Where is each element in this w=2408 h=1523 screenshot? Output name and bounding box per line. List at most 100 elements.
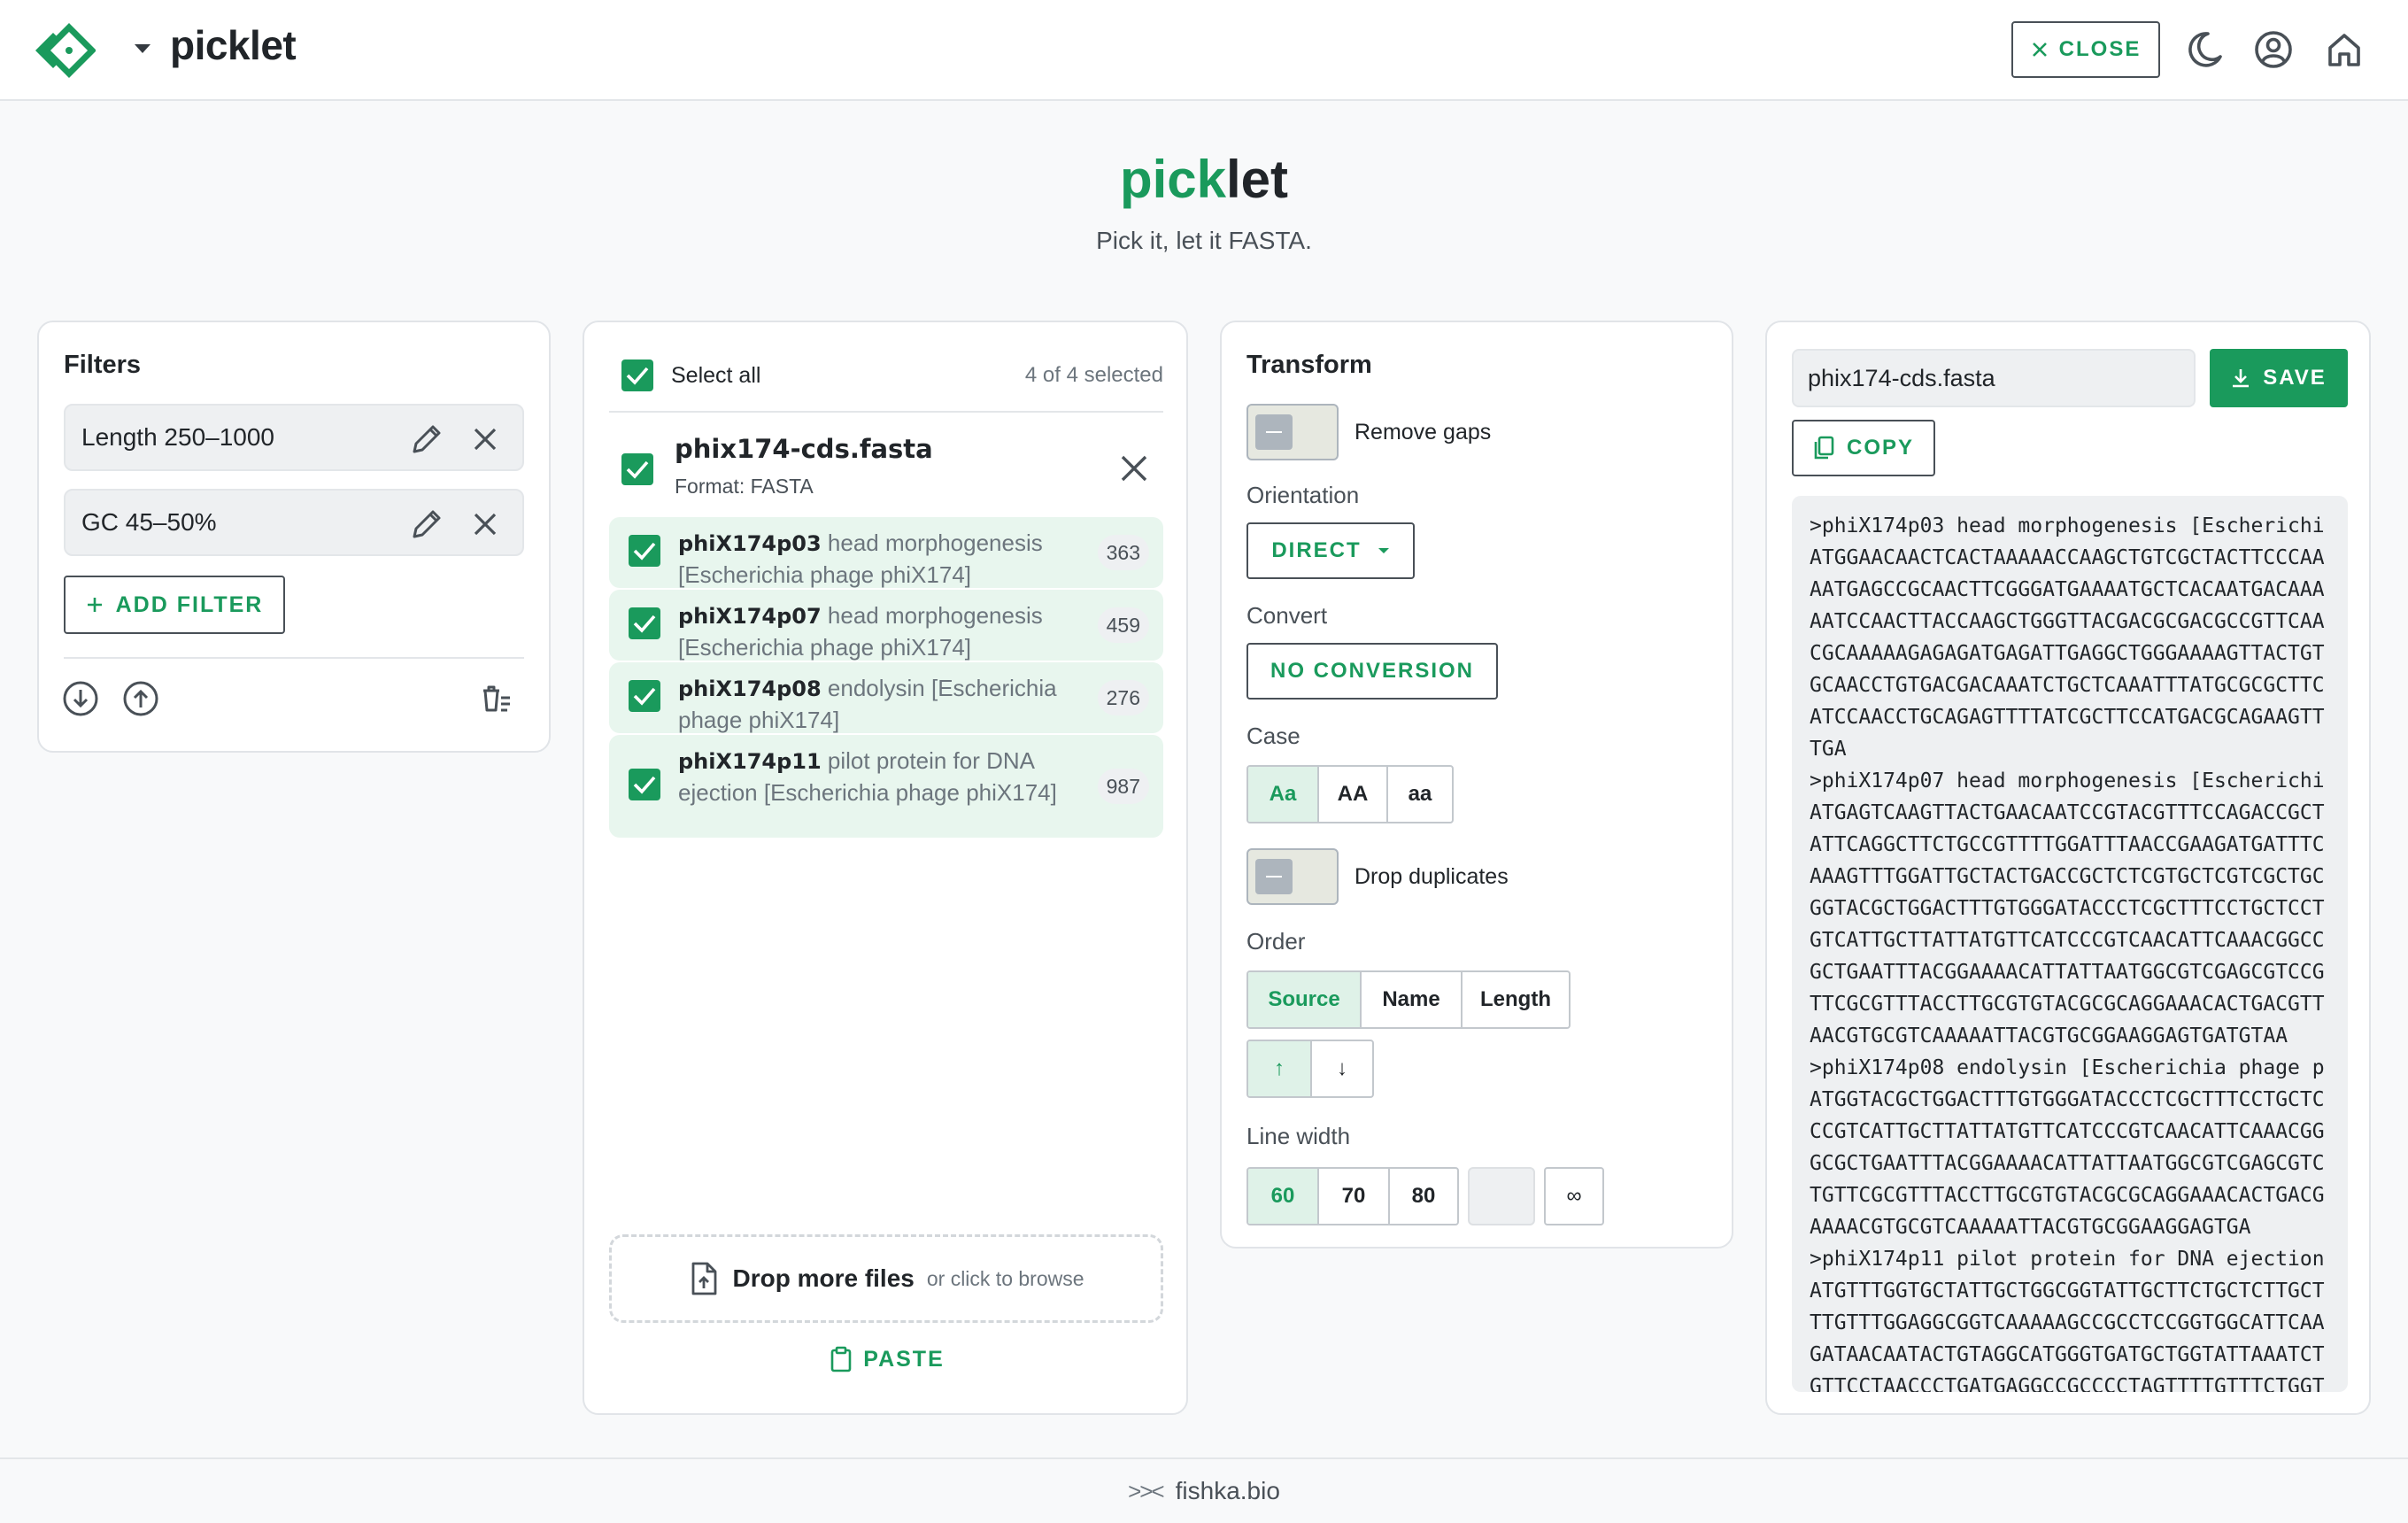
select-all-checkbox[interactable] xyxy=(621,359,653,391)
paste-button[interactable]: PASTE xyxy=(584,1346,1190,1372)
sequence-checkbox[interactable] xyxy=(629,769,660,800)
filters-title: Filters xyxy=(64,351,142,379)
sequence-length-badge: 987 xyxy=(1097,769,1149,804)
orientation-value: DIRECT xyxy=(1271,538,1362,562)
transform-panel: Transform Remove gaps Orientation DIRECT… xyxy=(1220,321,1733,1249)
orientation-dropdown[interactable]: DIRECT xyxy=(1246,522,1415,579)
convert-value: NO CONVERSION xyxy=(1270,659,1475,683)
close-x-icon xyxy=(2032,43,2047,57)
sequence-item[interactable]: phiX174p11 pilot protein for DNA ejectio… xyxy=(609,735,1163,838)
fish-icon: >>< xyxy=(1128,1477,1165,1504)
close-button-label: CLOSE xyxy=(2058,37,2142,61)
add-filter-button[interactable]: ADD FILTER xyxy=(64,576,285,634)
close-icon[interactable] xyxy=(466,505,505,544)
hero-title-green: pick xyxy=(1119,150,1227,209)
file-checkbox[interactable] xyxy=(621,453,653,485)
account-circle-icon[interactable] xyxy=(2250,27,2296,73)
line-width-label: Line width xyxy=(1246,1123,1351,1149)
sequence-text: phiX174p03 head morphogenesis [Escherich… xyxy=(678,528,1068,591)
save-label: SAVE xyxy=(2263,366,2327,390)
case-option-title[interactable]: Aa xyxy=(1248,767,1317,822)
copy-button[interactable]: COPY xyxy=(1792,420,1935,476)
copy-icon xyxy=(1814,436,1834,460)
drop-zone-main: Drop more files xyxy=(732,1264,915,1292)
sequence-length-badge: 276 xyxy=(1097,680,1149,715)
sequence-checkbox[interactable] xyxy=(629,680,660,712)
drop-duplicates-toggle[interactable] xyxy=(1246,848,1339,905)
pencil-icon[interactable] xyxy=(407,420,446,459)
file-drop-zone[interactable]: Drop more files or click to browse xyxy=(609,1234,1163,1323)
pencil-icon[interactable] xyxy=(407,505,446,544)
drop-duplicates-label: Drop duplicates xyxy=(1354,864,1509,889)
filters-panel: Filters Length 250–1000 GC 45–50% ADD FI… xyxy=(37,321,551,753)
filename-input[interactable]: phix174-cds.fasta xyxy=(1792,349,2196,407)
clipboard-icon xyxy=(830,1346,852,1372)
home-icon[interactable] xyxy=(2321,27,2367,73)
line-width-option-80[interactable]: 80 xyxy=(1388,1169,1457,1224)
sequence-item[interactable]: phiX174p03 head morphogenesis [Escherich… xyxy=(609,517,1163,588)
download-icon xyxy=(2233,369,2250,388)
plus-icon xyxy=(87,598,102,612)
arrow-down-icon[interactable]: ↓ xyxy=(1310,1041,1372,1096)
toggle-knob xyxy=(1255,414,1293,450)
line-width-custom-input[interactable] xyxy=(1468,1167,1535,1225)
upload-circle-icon[interactable] xyxy=(120,678,161,719)
file-upload-icon xyxy=(692,1262,717,1295)
close-icon[interactable] xyxy=(466,420,505,459)
order-option-name[interactable]: Name xyxy=(1360,972,1461,1027)
divider xyxy=(609,411,1163,413)
order-option-length[interactable]: Length xyxy=(1461,972,1569,1027)
clear-filters-icon[interactable] xyxy=(475,678,515,719)
sequence-text: phiX174p08 endolysin [Escherichia phage … xyxy=(678,673,1068,736)
filter-chip[interactable]: GC 45–50% xyxy=(64,489,524,556)
arrow-up-icon[interactable]: ↑ xyxy=(1248,1041,1310,1096)
hero-subtitle: Pick it, let it FASTA. xyxy=(1096,227,1312,254)
sequence-id: phiX174p03 xyxy=(678,531,822,556)
sequence-checkbox[interactable] xyxy=(629,535,660,567)
orientation-label: Orientation xyxy=(1246,482,1360,508)
sequence-length-badge: 363 xyxy=(1097,535,1149,570)
add-filter-label: ADD FILTER xyxy=(115,591,264,617)
filter-chip[interactable]: Length 250–1000 xyxy=(64,404,524,471)
check-icon xyxy=(626,460,649,479)
remove-gaps-toggle[interactable] xyxy=(1246,404,1339,460)
caret-down-icon[interactable] xyxy=(135,44,150,53)
file-name: phix174-cds.fasta xyxy=(675,434,933,464)
case-selector: Aa AA aa xyxy=(1246,765,1454,823)
sequence-length-badge: 459 xyxy=(1097,607,1149,643)
case-option-upper[interactable]: AA xyxy=(1317,767,1386,822)
hero-title: picklet xyxy=(0,149,2408,210)
sequence-checkbox[interactable] xyxy=(629,607,660,639)
check-icon xyxy=(633,776,656,794)
close-button[interactable]: CLOSE xyxy=(2011,21,2160,78)
sequence-item[interactable]: phiX174p08 endolysin [Escherichia phage … xyxy=(609,662,1163,733)
sequence-item[interactable]: phiX174p07 head morphogenesis [Escherich… xyxy=(609,590,1163,661)
divider xyxy=(64,657,524,659)
moon-icon[interactable] xyxy=(2181,27,2227,73)
case-option-lower[interactable]: aa xyxy=(1386,767,1452,822)
convert-button[interactable]: NO CONVERSION xyxy=(1246,643,1498,700)
line-width-infinite-button[interactable]: ∞ xyxy=(1544,1167,1604,1225)
save-button[interactable]: SAVE xyxy=(2210,349,2348,407)
selected-count: 4 of 4 selected xyxy=(1024,363,1163,387)
app-header: picklet CLOSE xyxy=(0,0,2408,101)
fasta-output-text: >phiX174p03 head morphogenesis [Escheric… xyxy=(1810,514,2325,1392)
sequence-id: phiX174p11 xyxy=(678,749,822,774)
footer-link[interactable]: fishka.bio xyxy=(1176,1477,1280,1505)
download-circle-icon[interactable] xyxy=(60,678,101,719)
select-all-label[interactable]: Select all xyxy=(671,363,760,389)
order-option-source[interactable]: Source xyxy=(1248,972,1360,1027)
order-label: Order xyxy=(1246,928,1306,955)
hero-title-dark: let xyxy=(1226,150,1289,209)
app-name[interactable]: picklet xyxy=(170,21,297,69)
line-width-option-70[interactable]: 70 xyxy=(1317,1169,1388,1224)
file-format: Format: FASTA xyxy=(675,475,814,498)
logo-icon[interactable] xyxy=(34,22,96,79)
line-width-option-60[interactable]: 60 xyxy=(1248,1169,1317,1224)
fasta-output[interactable]: >phiX174p03 head morphogenesis [Escheric… xyxy=(1792,496,2348,1392)
remove-file-icon[interactable] xyxy=(1115,450,1153,487)
check-icon xyxy=(633,615,656,633)
order-selector: Source Name Length xyxy=(1246,970,1571,1029)
toggle-knob xyxy=(1255,859,1293,894)
sequence-text: phiX174p07 head morphogenesis [Escherich… xyxy=(678,600,1068,663)
